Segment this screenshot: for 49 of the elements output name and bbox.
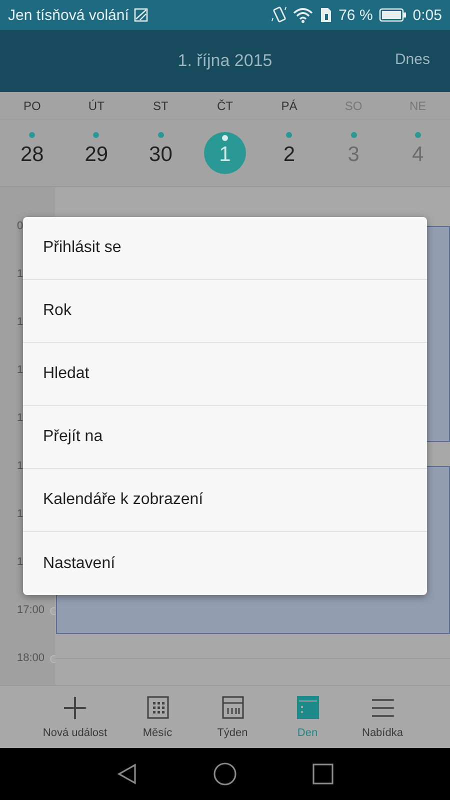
image-icon (134, 8, 148, 22)
hour-label: 17:00 (17, 603, 45, 618)
back-icon (116, 763, 138, 785)
menu-item[interactable]: Přihlásit se (23, 217, 427, 280)
date-button[interactable]: 2 (268, 132, 310, 174)
date-title: 1. října 2015 (178, 51, 272, 71)
today-button[interactable]: Dnes (394, 51, 430, 68)
menu-item[interactable]: Kalendáře k zobrazení (23, 469, 427, 532)
back-button[interactable] (116, 763, 138, 785)
hour-label: 1 (17, 411, 24, 426)
weekday-label: PO (22, 98, 42, 112)
date-button[interactable]: 30 (140, 132, 182, 174)
grid-calendar-icon (146, 695, 170, 721)
menu-item[interactable]: Přejít na (23, 406, 427, 469)
home-icon (213, 762, 237, 786)
hour-label: 18:00 (17, 651, 45, 666)
nav-tab[interactable]: Nabídka (345, 686, 420, 748)
nav-tab[interactable]: Měsíc (120, 686, 195, 748)
sim-card-icon (318, 7, 333, 23)
wifi-icon (292, 7, 313, 23)
weekday-label: ČT (216, 98, 234, 112)
weekday-label: ÚT (87, 98, 106, 112)
nav-tab[interactable]: Nová událost (30, 686, 120, 748)
battery-icon (378, 8, 407, 22)
recents-button[interactable] (312, 763, 334, 785)
menu-item[interactable]: Rok (23, 280, 427, 343)
day-calendar-icon (296, 695, 320, 721)
date-button[interactable]: 29 (75, 132, 118, 174)
plus-icon (62, 695, 88, 721)
menu-item[interactable]: Hledat (23, 343, 427, 406)
weekday-label: PÁ (280, 98, 298, 112)
weekday-label: ST (152, 98, 170, 112)
hour-label: 1 (17, 267, 24, 282)
nav-tab[interactable]: Týden (195, 686, 270, 748)
hour-label: 1 (17, 507, 24, 522)
square-icon (312, 763, 334, 785)
carrier-text: Jen tísňová volání (8, 6, 129, 24)
vibrate-icon (270, 6, 287, 24)
date-button[interactable]: 28 (11, 132, 54, 174)
battery-percent: 76 % (338, 6, 373, 24)
menu-item[interactable]: Nastavení (23, 532, 427, 595)
clock-time: 0:05 (412, 6, 442, 24)
hour-label: 1 (17, 459, 24, 474)
week-calendar-icon (220, 695, 244, 721)
hour-label: 0 (17, 219, 24, 234)
hour-label: 1 (17, 555, 24, 570)
hour-label: 1 (17, 315, 24, 330)
hour-label: 1 (17, 363, 24, 378)
home-button[interactable] (213, 762, 237, 786)
